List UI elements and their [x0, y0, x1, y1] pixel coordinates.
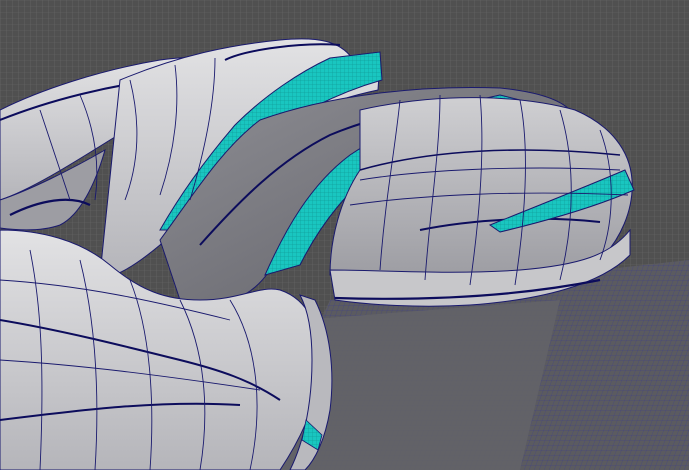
viewport-canvas[interactable]	[0, 0, 689, 470]
3d-viewport[interactable]	[0, 0, 689, 470]
